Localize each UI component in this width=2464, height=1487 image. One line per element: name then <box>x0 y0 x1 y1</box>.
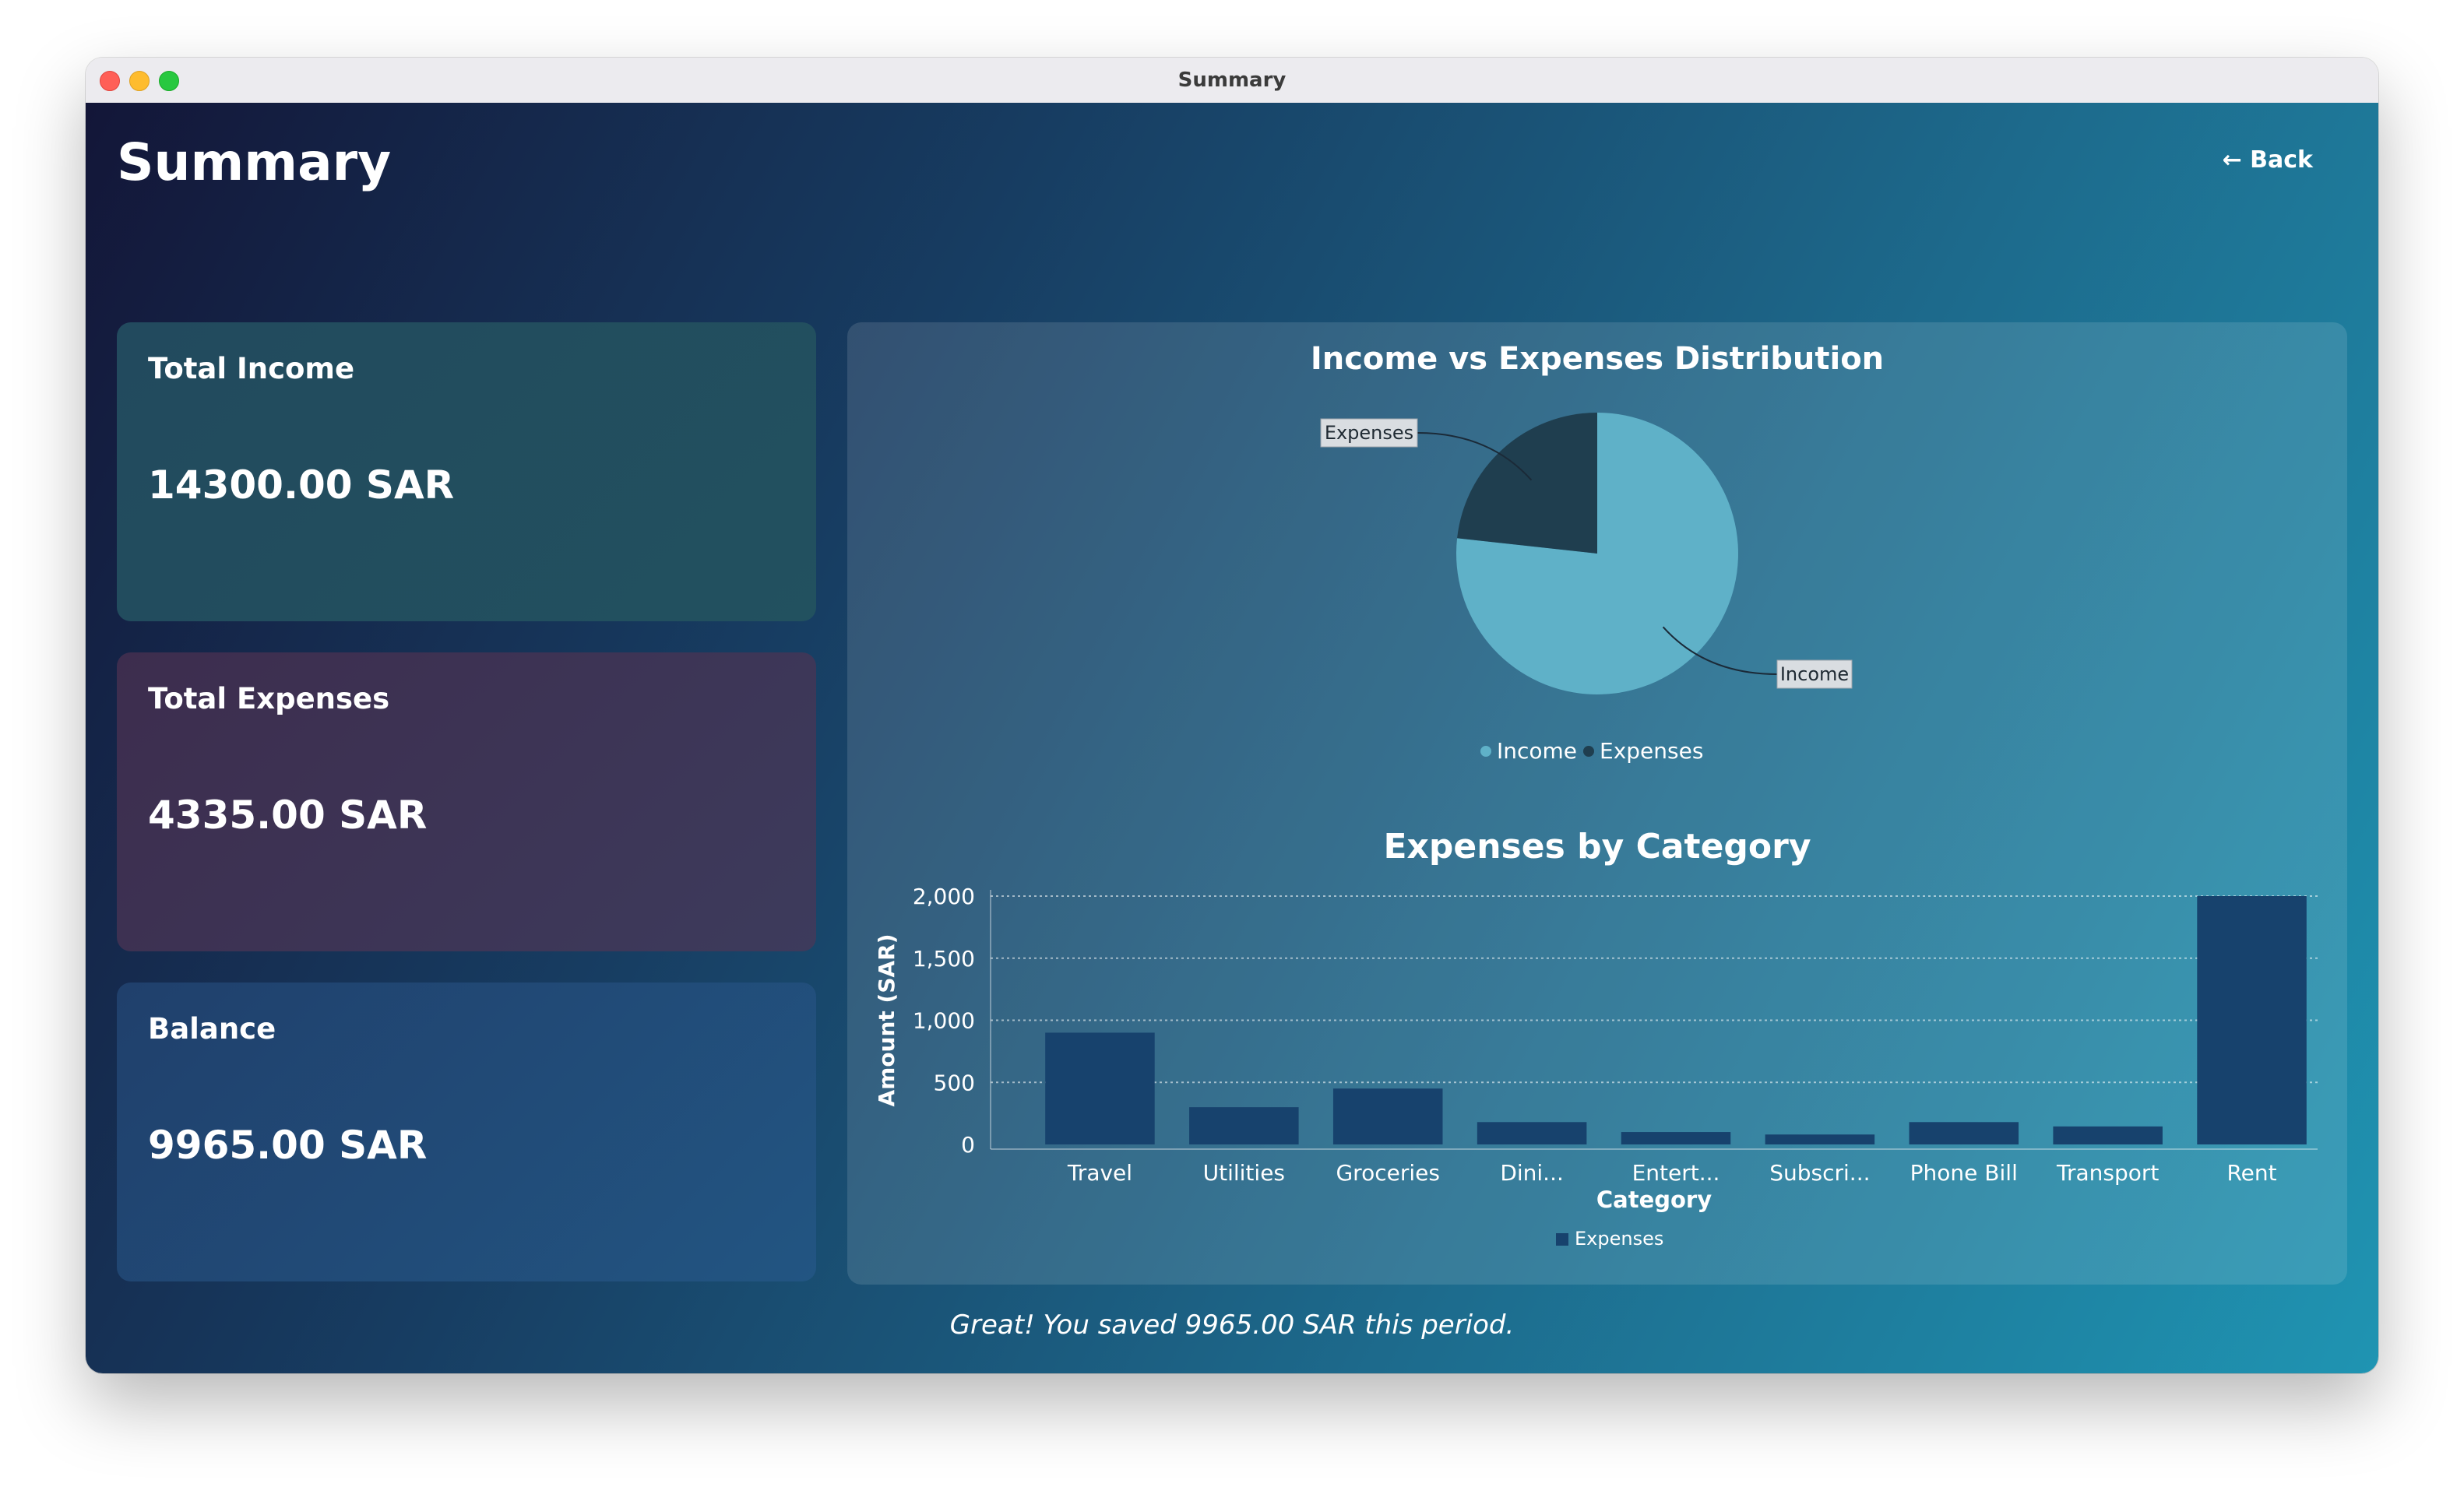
summary-content: Summary ← Back Total Income 14300.00 SAR… <box>86 103 2378 1373</box>
bar-x-tick-label: Transport <box>2056 1160 2159 1186</box>
charts-svg: Income vs Expenses Distribution Income Exp… <box>874 341 2318 1250</box>
total-income-value: 14300.00 SAR <box>148 462 455 508</box>
balance-card: Balance 9965.00 SAR <box>117 983 816 1281</box>
bar-5 <box>1621 1132 1731 1144</box>
bar-9 <box>2197 896 2307 1144</box>
bar-x-tick-label: Utilities <box>1203 1160 1285 1186</box>
bar-4 <box>1477 1122 1587 1144</box>
pie-label-expenses: Expenses <box>1325 422 1413 444</box>
back-button[interactable]: ← Back <box>2223 146 2313 174</box>
bar-3 <box>1332 1088 1443 1144</box>
bar-y-tick-label: 1,500 <box>913 946 975 972</box>
bar-x-tick-label: Dini... <box>1500 1160 1564 1186</box>
window-title: Summary <box>1177 69 1287 92</box>
pie-legend-marker-income <box>1480 746 1491 757</box>
charts-panel: Income vs Expenses Distribution Income Exp… <box>847 322 2347 1285</box>
pie-legend-income: Income <box>1497 738 1577 764</box>
bar-x-tick-label: Rent <box>2226 1160 2276 1186</box>
total-expenses-label: Total Expenses <box>148 682 390 715</box>
bar-x-tick-label: Entert... <box>1632 1160 1720 1186</box>
bar-x-tick-label: Groceries <box>1336 1160 1439 1186</box>
pie-chart-title: Income vs Expenses Distribution <box>1311 341 1884 377</box>
bar-y-axis-label: Amount (SAR) <box>874 933 899 1106</box>
bar-y-tick-label: 1,000 <box>913 1008 975 1034</box>
bar-y-tick-label: 500 <box>934 1070 975 1095</box>
app-window: Summary Summary ← Back Total Income 1430… <box>86 58 2378 1373</box>
bar-6 <box>1765 1134 1875 1144</box>
pie-legend-expenses: Expenses <box>1600 738 1703 764</box>
pie-label-income: Income <box>1780 663 1849 685</box>
bar-legend-marker <box>1556 1233 1568 1246</box>
bar-x-tick-label: Subscri... <box>1769 1160 1870 1186</box>
page-title: Summary <box>117 132 392 192</box>
total-expenses-value: 4335.00 SAR <box>148 793 428 838</box>
total-income-label: Total Income <box>148 352 355 385</box>
bar-y-tick-label: 2,000 <box>913 884 975 909</box>
bar-y-tick-label: 0 <box>961 1132 975 1158</box>
balance-label: Balance <box>148 1012 276 1046</box>
pie-legend-marker-expenses <box>1583 746 1594 757</box>
bar-2 <box>1189 1107 1299 1144</box>
total-income-card: Total Income 14300.00 SAR <box>117 322 816 621</box>
balance-value: 9965.00 SAR <box>148 1123 428 1168</box>
bar-x-axis-label: Category <box>1596 1186 1712 1213</box>
total-expenses-card: Total Expenses 4335.00 SAR <box>117 652 816 951</box>
title-bar: Summary <box>86 58 2378 104</box>
bar-8 <box>2053 1126 2163 1144</box>
bar-x-tick-label: Travel <box>1067 1160 1132 1186</box>
bar-x-tick-label: Phone Bill <box>1910 1160 2018 1186</box>
pie-slice-expenses <box>1457 413 1597 554</box>
bar-legend-label: Expenses <box>1575 1228 1663 1250</box>
savings-message: Great! You saved 9965.00 SAR this period… <box>949 1309 1515 1341</box>
bar-7 <box>1909 1122 2019 1144</box>
bar-chart-title: Expenses by Category <box>1383 827 1811 867</box>
bar-1 <box>1045 1032 1155 1144</box>
